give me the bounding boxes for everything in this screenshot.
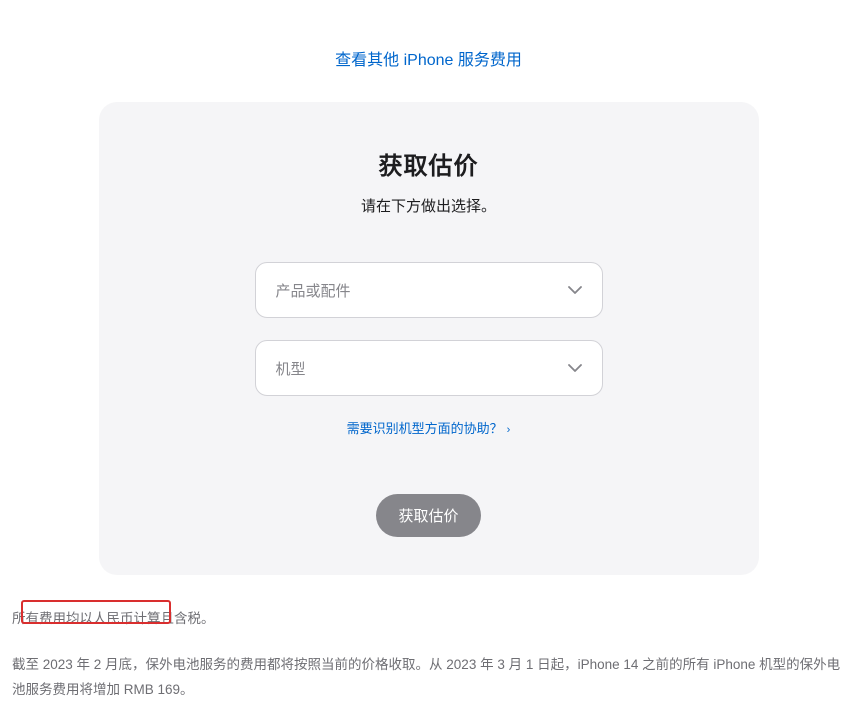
other-services-link[interactable]: 查看其他 iPhone 服务费用 [335, 52, 522, 69]
identify-model-help-link[interactable]: 需要识别机型方面的协助？ › [347, 421, 511, 436]
product-select-placeholder: 产品或配件 [276, 280, 568, 301]
top-link-row: 查看其他 iPhone 服务费用 [12, 0, 845, 102]
chevron-right-icon: › [507, 424, 511, 436]
model-select-wrapper: 机型 [255, 340, 603, 396]
footer: 所有费用均以人民币计算且含税。 截至 2023 年 2 月底，保外电池服务的费用… [12, 595, 845, 702]
model-select[interactable]: 机型 [255, 340, 603, 396]
chevron-down-icon [568, 359, 582, 377]
chevron-down-icon [568, 281, 582, 299]
card-subtitle: 请在下方做出选择。 [129, 195, 729, 216]
estimate-card: 获取估价 请在下方做出选择。 产品或配件 机型 需要识别机型方面的协助？ › [99, 102, 759, 575]
get-estimate-button[interactable]: 获取估价 [376, 494, 480, 537]
footer-tax-note: 所有费用均以人民币计算且含税。 [12, 609, 845, 629]
product-select[interactable]: 产品或配件 [255, 262, 603, 318]
model-select-placeholder: 机型 [276, 358, 568, 379]
product-select-wrapper: 产品或配件 [255, 262, 603, 318]
help-link-label: 需要识别机型方面的协助？ [347, 421, 503, 436]
footer-price-notice: 截至 2023 年 2 月底，保外电池服务的费用都将按照当前的价格收取。从 20… [12, 653, 845, 702]
card-title: 获取估价 [129, 146, 729, 181]
help-link-row: 需要识别机型方面的协助？ › [129, 418, 729, 438]
